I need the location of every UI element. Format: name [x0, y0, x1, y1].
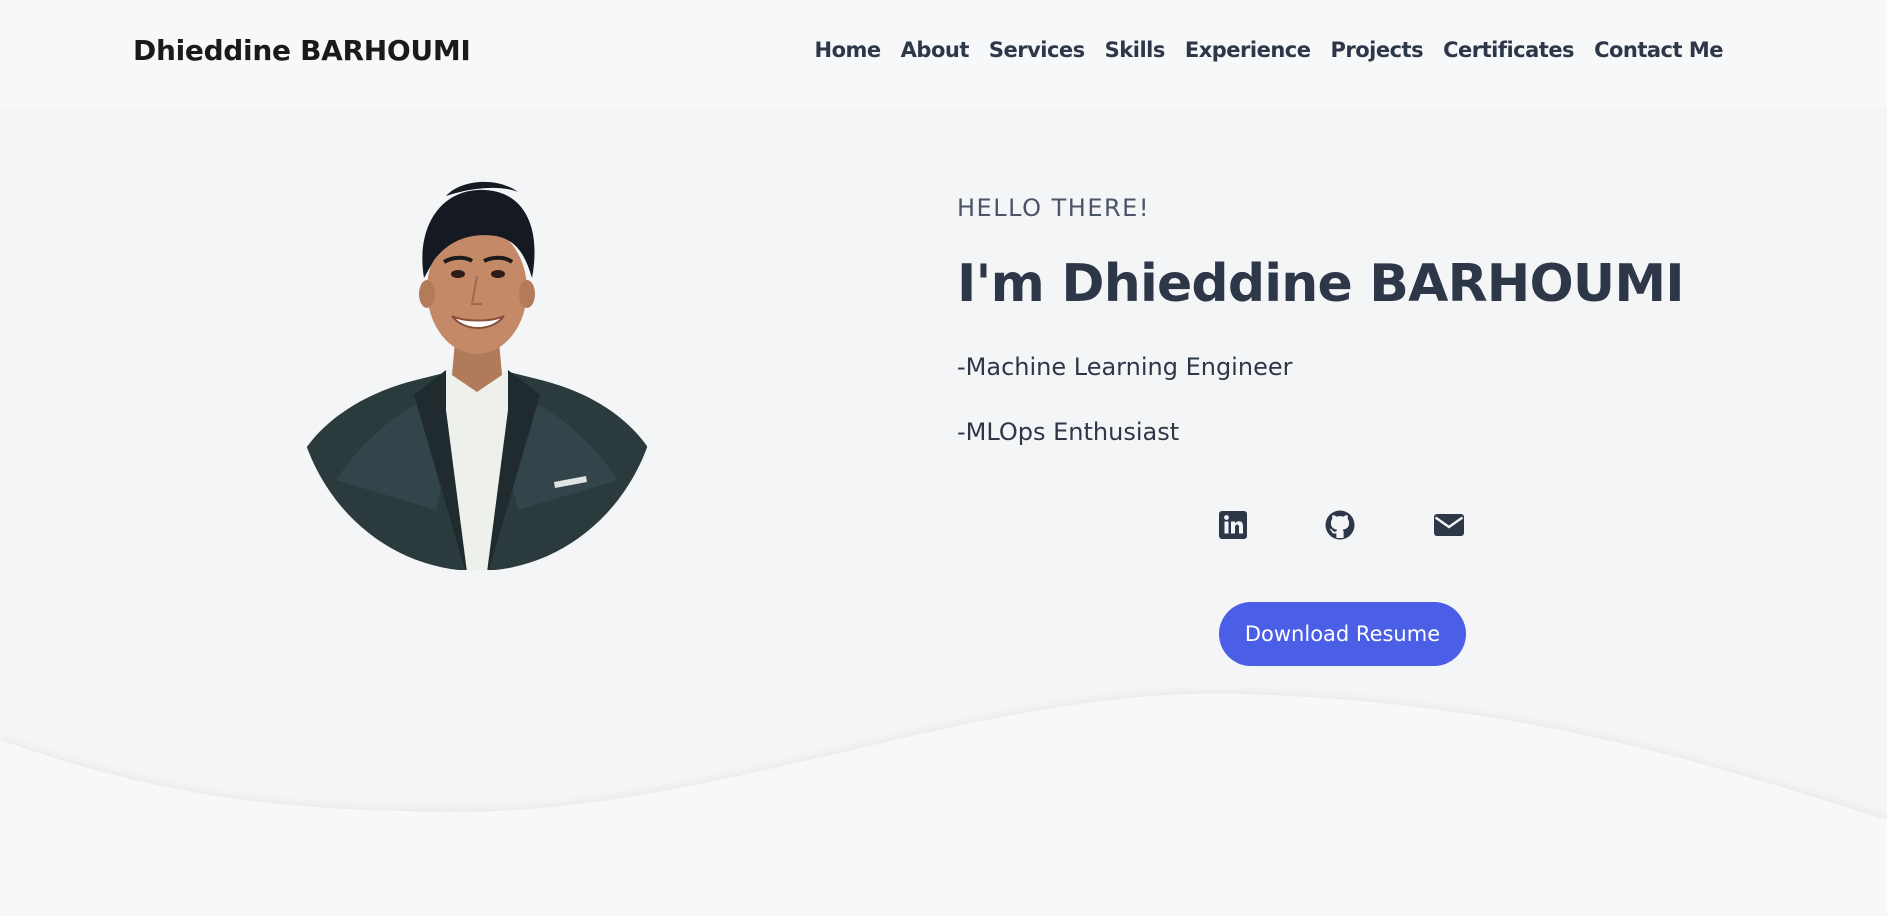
- nav-link-certificates[interactable]: Certificates: [1443, 38, 1574, 62]
- envelope-icon[interactable]: [1433, 509, 1465, 541]
- nav-link-contact[interactable]: Contact Me: [1594, 38, 1723, 62]
- hero-title: I'm Dhieddine BARHOUMI: [957, 254, 1685, 314]
- wave-divider: [0, 693, 1887, 916]
- role-machine-learning-engineer: -Machine Learning Engineer: [957, 353, 1293, 381]
- nav-links: Home About Services Skills Experience Pr…: [815, 38, 1724, 62]
- brand-name[interactable]: Dhieddine BARHOUMI: [133, 34, 471, 67]
- role-mlops-enthusiast: -MLOps Enthusiast: [957, 418, 1180, 446]
- linkedin-icon[interactable]: [1217, 509, 1249, 541]
- nav-link-about[interactable]: About: [901, 38, 970, 62]
- hero-greeting: HELLO THERE!: [957, 194, 1150, 222]
- profile-photo: [294, 180, 660, 571]
- nav-link-experience[interactable]: Experience: [1185, 38, 1311, 62]
- download-resume-button[interactable]: Download Resume: [1219, 602, 1466, 666]
- nav-link-services[interactable]: Services: [989, 38, 1085, 62]
- nav-link-projects[interactable]: Projects: [1330, 38, 1423, 62]
- github-icon[interactable]: [1324, 509, 1356, 541]
- nav-link-home[interactable]: Home: [815, 38, 882, 62]
- navbar: Dhieddine BARHOUMI Home About Services S…: [0, 0, 1887, 108]
- nav-link-skills[interactable]: Skills: [1105, 38, 1166, 62]
